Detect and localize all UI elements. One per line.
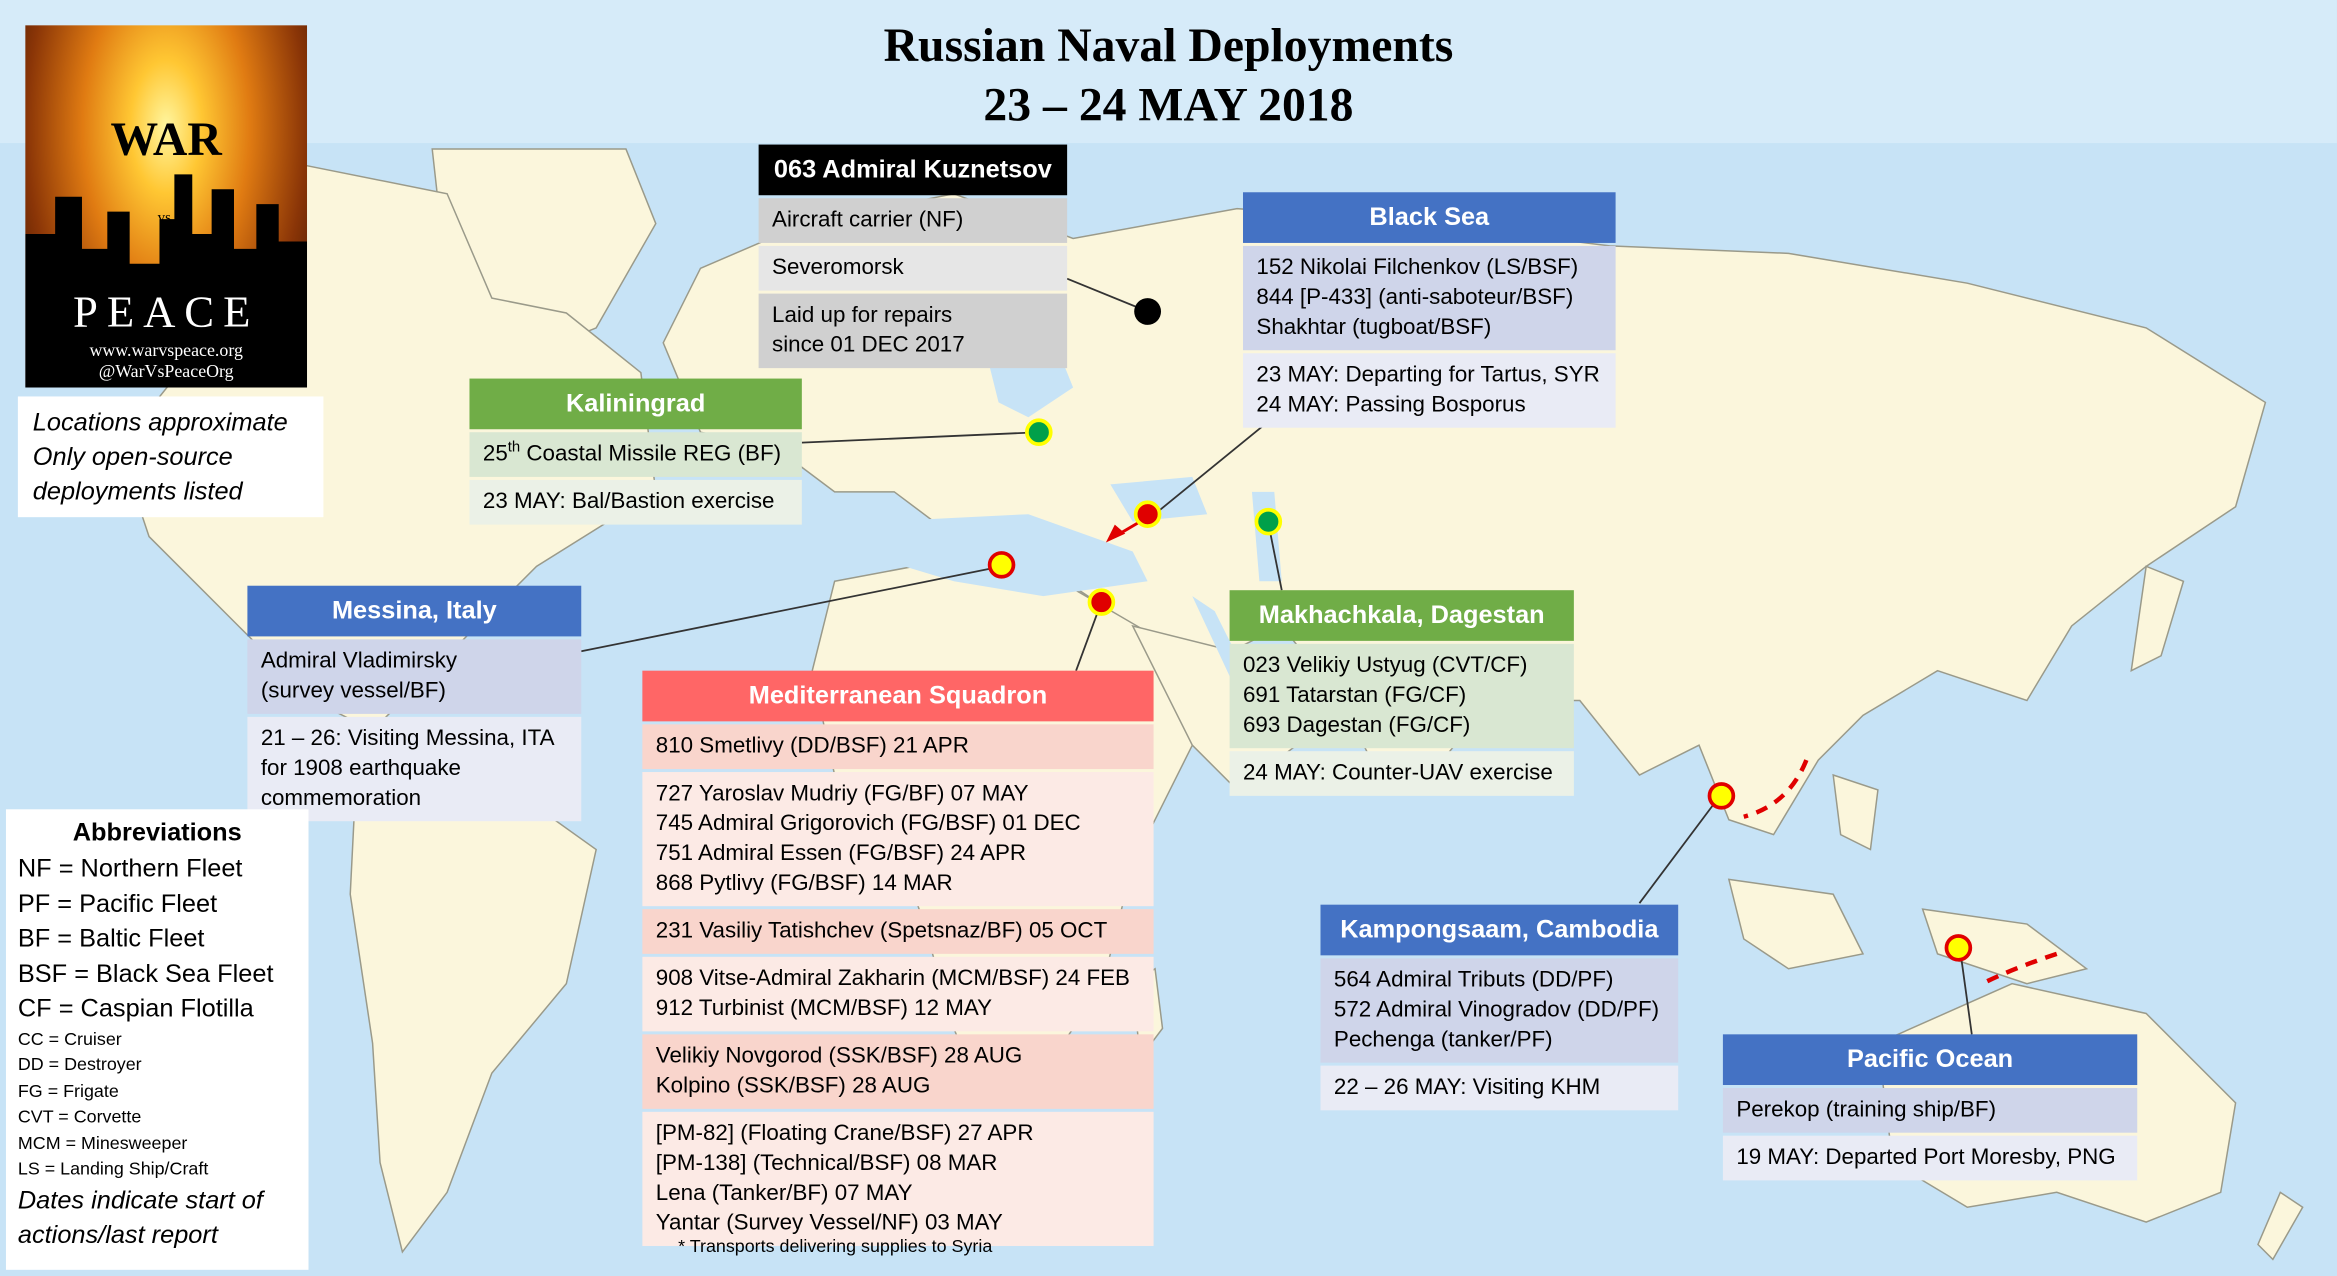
mediterranean-header: Mediterranean Squadron: [642, 670, 1154, 722]
page-subtitle-date: 23 – 24 MAY 2018: [983, 77, 1354, 132]
abbreviations-legend: Abbreviations NF = Northern Fleet PF = P…: [5, 809, 309, 1270]
kuznetsov-status: Laid up for repairs since 01 DEC 2017: [758, 293, 1068, 369]
kaliningrad-header: Kaliningrad: [469, 378, 802, 430]
makhachkala-header: Makhachkala, Dagestan: [1229, 590, 1574, 641]
page-title: Russian Naval Deployments: [883, 17, 1454, 72]
marker-severomorsk: [1134, 298, 1162, 325]
logo-peace-text: PEACE: [73, 287, 260, 337]
kaliningrad-panel: Kaliningrad 25th Coastal Missile REG (BF…: [469, 378, 802, 528]
abbr-ship-types: CC = Cruiser DD = Destroyer FG = Frigate…: [17, 1027, 209, 1179]
disclaimer-note: Locations approximate Only open-source d…: [17, 396, 324, 518]
abbr-dates-note: Dates indicate start of actions/last rep…: [17, 1185, 263, 1249]
cambodia-event: 22 – 26 MAY: Visiting KHM: [1320, 1065, 1679, 1111]
mediterranean-panel: Mediterranean Squadron 810 Smetlivy (DD/…: [642, 670, 1154, 1249]
makhachkala-ships: 023 Velikiy Ustyug (CVT/CF) 691 Tatarsta…: [1229, 643, 1574, 749]
pacific-event: 19 MAY: Departed Port Moresby, PNG: [1722, 1135, 2138, 1181]
med-group-minesweepers: 908 Vitse-Admiral Zakharin (MCM/BSF) 24 …: [642, 956, 1154, 1032]
abbreviations-header: Abbreviations: [72, 818, 242, 847]
war-vs-peace-logo: WAR vs. PEACE www.warvspeace.org @WarVsP…: [25, 25, 308, 388]
kuznetsov-panel: 063 Admiral Kuznetsov Aircraft carrier (…: [758, 144, 1068, 372]
marker-pacific: [1944, 934, 1973, 962]
kuznetsov-location: Severomorsk: [758, 245, 1068, 291]
logo-vs-text: vs.: [157, 210, 175, 227]
black-sea-events: 23 MAY: Departing for Tartus, SYR 24 MAY…: [1242, 353, 1616, 428]
med-group-support: [PM-82] (Floating Crane/BSF) 27 APR [PM-…: [642, 1111, 1154, 1246]
cambodia-header: Kampongsaam, Cambodia: [1320, 904, 1679, 956]
marker-makhachkala: [1254, 507, 1283, 536]
messina-ship: Admiral Vladimirsky (survey vessel/BF): [247, 639, 582, 714]
black-sea-header: Black Sea: [1242, 192, 1616, 243]
med-group-submarines: Velikiy Novgorod (SSK/BSF) 28 AUG Kolpin…: [642, 1034, 1154, 1109]
kaliningrad-unit: 25th Coastal Missile REG (BF): [469, 432, 802, 477]
messina-panel: Messina, Italy Admiral Vladimirsky (surv…: [247, 585, 582, 824]
abbr-fleets: NF = Northern Fleet PF = Pacific Fleet B…: [17, 853, 274, 1023]
logo-website: www.warvspeace.org @WarVsPeaceOrg: [89, 339, 243, 382]
pacific-ship: Perekop (training ship/BF): [1722, 1087, 2138, 1133]
cambodia-panel: Kampongsaam, Cambodia 564 Admiral Tribut…: [1320, 904, 1679, 1114]
black-sea-panel: Black Sea 152 Nikolai Filchenkov (LS/BSF…: [1242, 192, 1616, 430]
marker-kaliningrad: [1025, 418, 1053, 447]
med-group-frigates: 727 Yaroslav Mudriy (FG/BF) 07 MAY 745 A…: [642, 772, 1154, 907]
pacific-panel: Pacific Ocean Perekop (training ship/BF)…: [1722, 1034, 2138, 1183]
makhachkala-event: 24 MAY: Counter-UAV exercise: [1229, 751, 1574, 796]
marker-black-sea: [1133, 500, 1162, 528]
pacific-header: Pacific Ocean: [1722, 1034, 2138, 1086]
kuznetsov-header: 063 Admiral Kuznetsov: [758, 144, 1068, 196]
med-group-spetsnaz: 231 Vasiliy Tatishchev (Spetsnaz/BF) 05 …: [642, 909, 1154, 954]
messina-event: 21 – 26: Visiting Messina, ITA for 1908 …: [247, 716, 582, 822]
makhachkala-panel: Makhachkala, Dagestan 023 Velikiy Ustyug…: [1229, 590, 1574, 799]
black-sea-ships: 152 Nikolai Filchenkov (LS/BSF) 844 [P-4…: [1242, 245, 1616, 351]
kuznetsov-type: Aircraft carrier (NF): [758, 198, 1068, 243]
med-group-destroyer: 810 Smetlivy (DD/BSF) 21 APR: [642, 724, 1154, 770]
map-canvas: Russian Naval Deployments 23 – 24 MAY 20…: [0, 0, 2337, 1276]
marker-mediterranean: [1087, 588, 1116, 616]
kaliningrad-event: 23 MAY: Bal/Bastion exercise: [469, 479, 802, 525]
cambodia-ships: 564 Admiral Tributs (DD/PF) 572 Admiral …: [1320, 958, 1679, 1063]
messina-header: Messina, Italy: [247, 585, 582, 637]
logo-war-text: WAR: [110, 111, 222, 166]
marker-messina: [987, 551, 1016, 579]
marker-cambodia: [1707, 782, 1736, 810]
transport-footnote: * Transports delivering supplies to Syri…: [678, 1235, 993, 1257]
